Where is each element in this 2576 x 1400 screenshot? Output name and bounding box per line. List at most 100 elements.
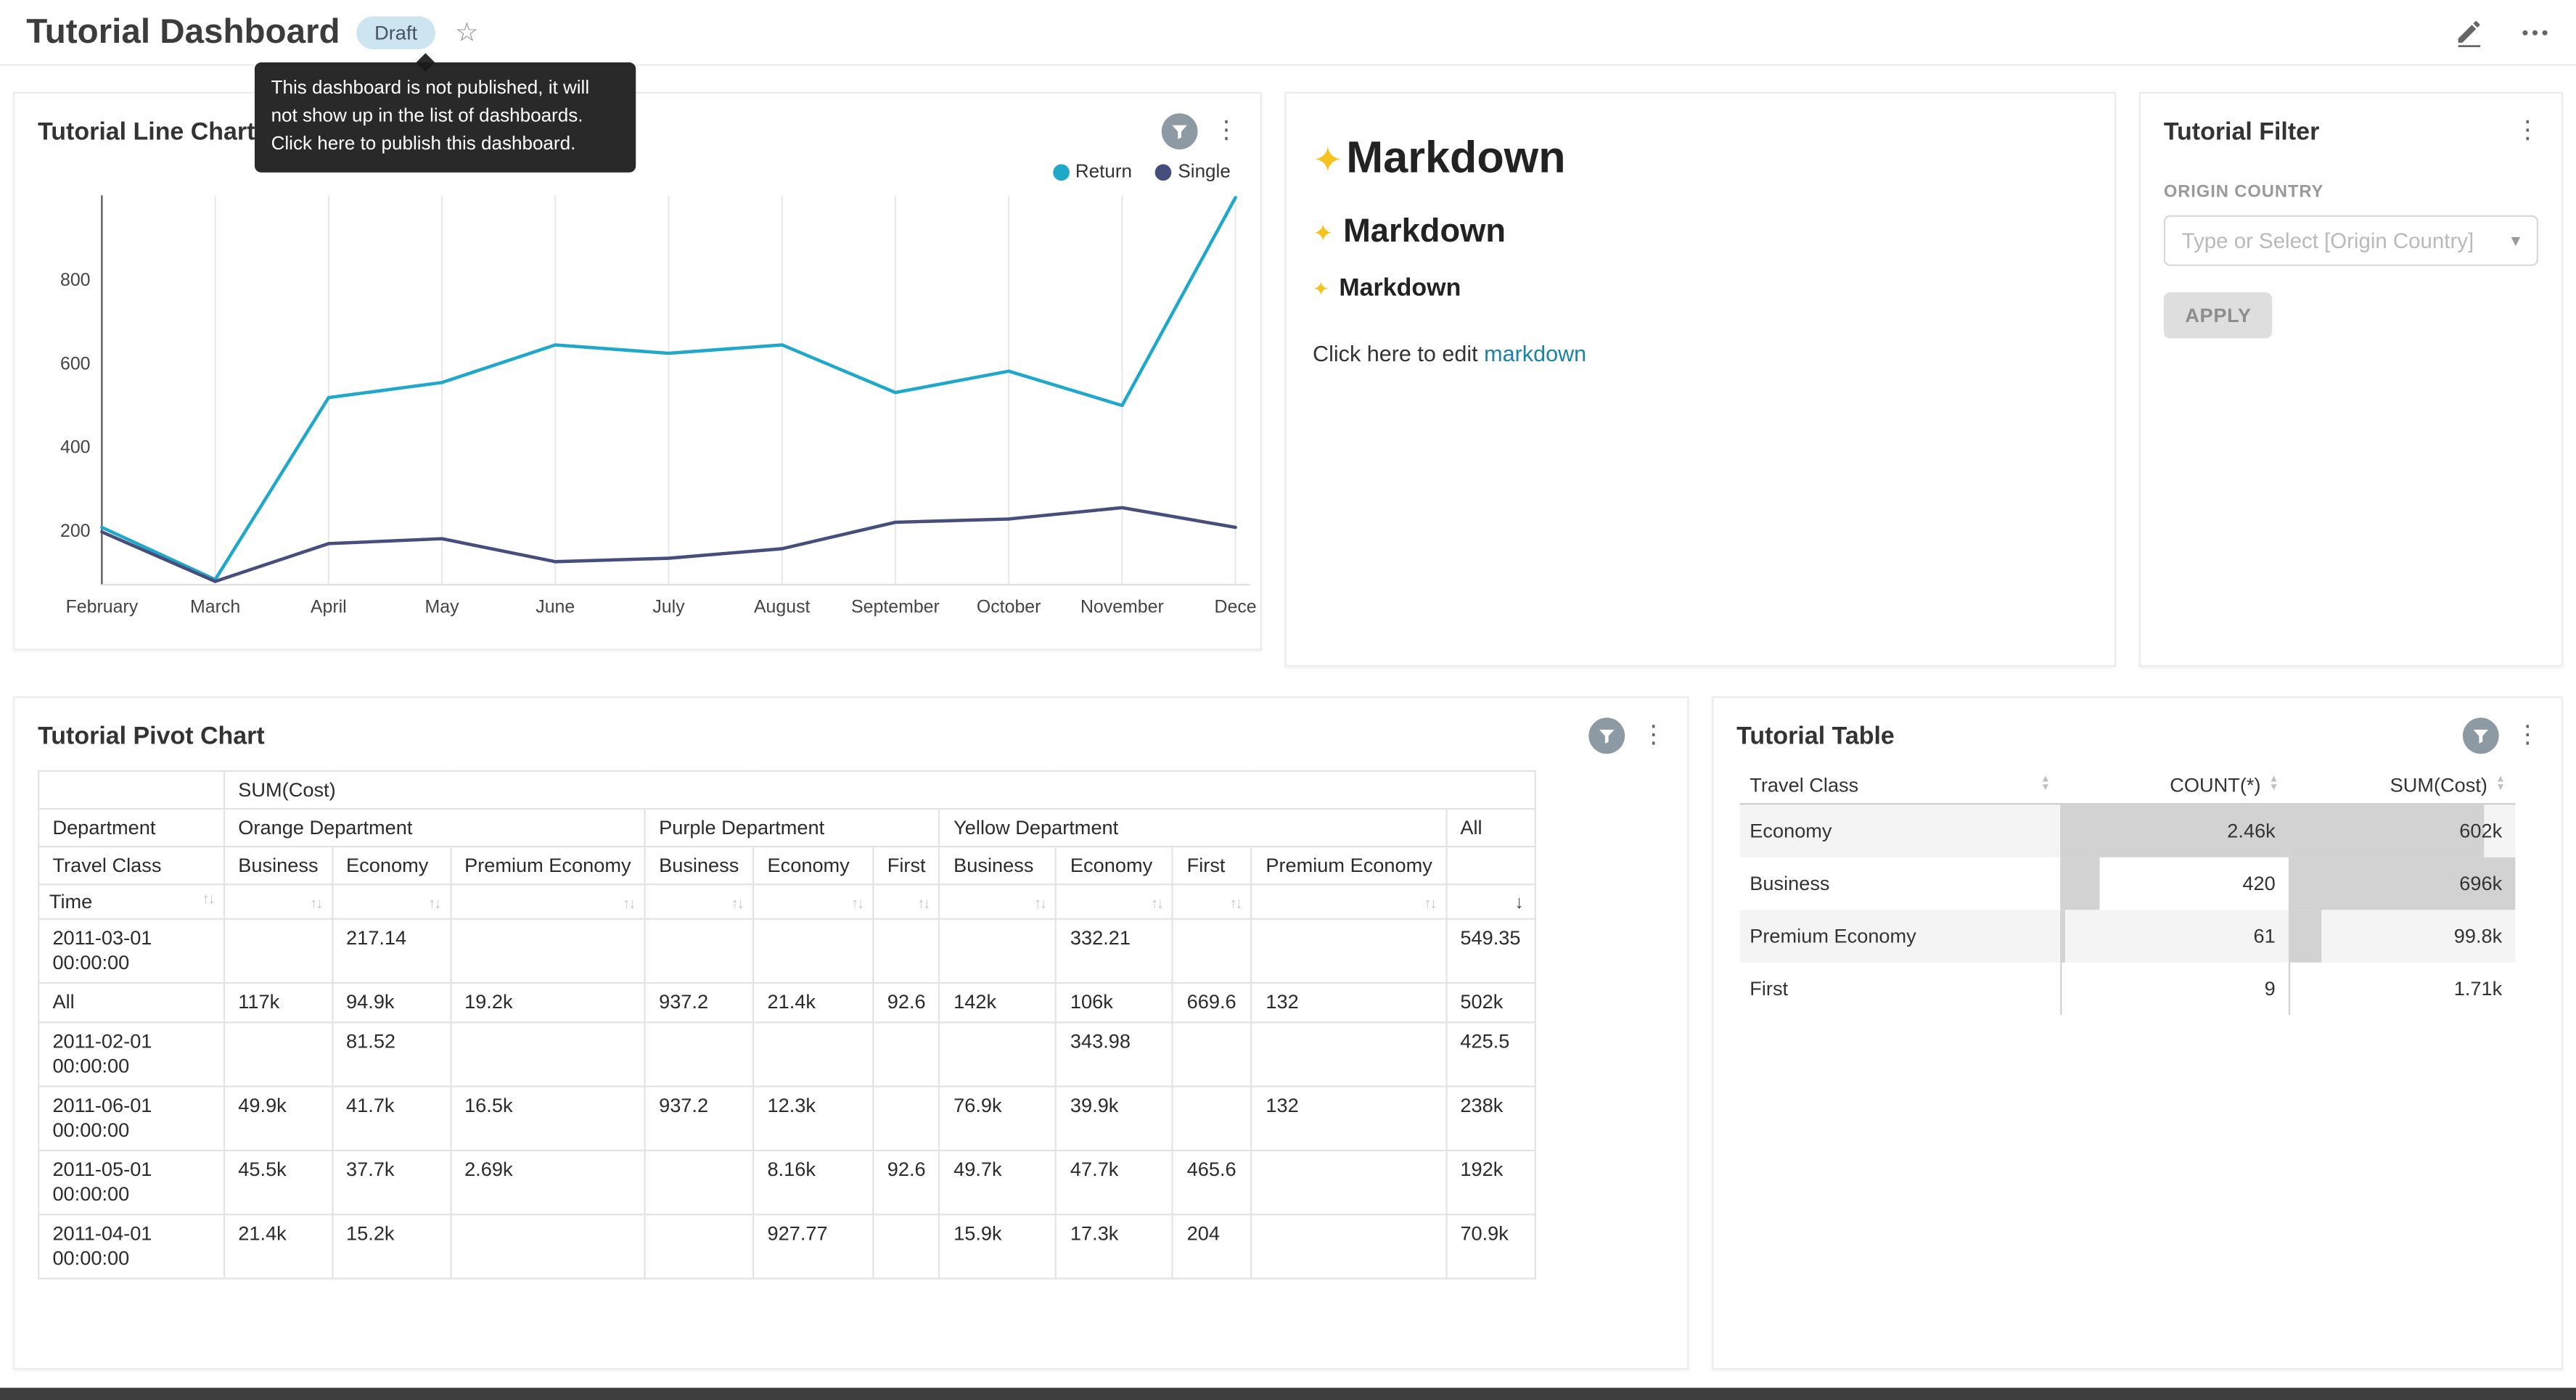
pivot-value-cell: 465.6 — [1173, 1150, 1252, 1214]
pivot-class-header: First — [874, 847, 940, 884]
pivot-value-cell: 343.98 — [1057, 1022, 1173, 1086]
table-col-header[interactable]: Travel Class▲▼ — [1740, 767, 2060, 804]
markdown-h1: ✦Markdown — [1313, 133, 2088, 184]
pivot-value-cell: 12.3k — [753, 1087, 873, 1150]
table-row: Business420696k — [1740, 857, 2516, 910]
pivot-value-cell: 70.9k — [1446, 1214, 1535, 1278]
table-cell-count: 61 — [2060, 910, 2289, 962]
pivot-value-cell: 21.4k — [224, 1214, 332, 1278]
legend-dot — [1052, 164, 1069, 181]
chevron-down-icon: ▾ — [2511, 230, 2521, 251]
pivot-row-header: 2011-05-0100:00:00 — [38, 1150, 224, 1214]
pivot-value-cell — [645, 1022, 753, 1086]
sort-icon[interactable]: ↑↓ — [623, 895, 634, 912]
pivot-sort-cell: ↑↓ — [1173, 884, 1252, 919]
legend-label: Single — [1178, 162, 1230, 182]
pivot-group-header: Orange Department — [224, 809, 645, 847]
pivot-time-label: ↑↓Time — [38, 884, 224, 919]
table-col-header[interactable]: SUM(Cost)▲▼ — [2289, 767, 2515, 804]
publish-tooltip[interactable]: This dashboard is not published, it will… — [255, 62, 636, 173]
select-placeholder: Type or Select [Origin Country] — [2182, 228, 2474, 253]
legend-item-single[interactable]: Single — [1155, 162, 1231, 182]
svg-text:May: May — [425, 597, 460, 617]
pivot-row-header: All — [38, 983, 224, 1022]
sort-icon[interactable]: ↑↓ — [1034, 895, 1046, 912]
pivot-class-label: Travel Class — [38, 847, 224, 884]
table-cell-sum: 602k — [2289, 804, 2515, 857]
dashboard-page: Tutorial Dashboard Draft ☆ This dashboar… — [0, 0, 2576, 1400]
sparkles-icon: ✦ — [1313, 278, 1329, 301]
sort-icon[interactable]: ↑↓ — [428, 895, 440, 912]
chart-kebab-icon[interactable]: ⋮ — [1641, 717, 1665, 754]
pivot-value-cell — [1173, 1022, 1252, 1086]
sort-carets-icon[interactable]: ▲▼ — [2040, 777, 2050, 794]
table-cell-count: 9 — [2060, 963, 2289, 1015]
applied-filter-icon[interactable] — [1162, 113, 1198, 149]
pivot-value-cell: 39.9k — [1057, 1087, 1173, 1150]
sort-icon[interactable]: ↑↓ — [310, 895, 321, 912]
pivot-row-header: 2011-04-0100:00:00 — [38, 1214, 224, 1278]
pivot-data-row: 2011-05-0100:00:0045.5k37.7k2.69k8.16k92… — [38, 1150, 1534, 1214]
legend-item-return[interactable]: Return — [1052, 162, 1132, 182]
bottom-bar — [0, 1388, 2576, 1400]
legend-label: Return — [1075, 162, 1132, 182]
pivot-chart-card: Tutorial Pivot Chart ⋮ SUM(Cost)Departme… — [13, 696, 1689, 1370]
svg-text:September: September — [851, 597, 940, 617]
sparkles-icon: ✦ — [1313, 220, 1333, 247]
pivot-data-row: All117k94.9k19.2k937.221.4k92.6142k106k6… — [38, 983, 1534, 1022]
pivot-value-cell — [1252, 1150, 1446, 1214]
edit-markdown-link[interactable]: markdown — [1484, 342, 1586, 366]
pivot-value-cell: 937.2 — [645, 1087, 753, 1150]
apply-button[interactable]: APPLY — [2164, 292, 2273, 338]
sort-icon[interactable]: ↑↓ — [1230, 895, 1242, 912]
sort-icon[interactable]: ↑↓ — [1151, 895, 1162, 912]
table-cell-travel-class: Business — [1740, 857, 2060, 910]
table-cell-travel-class: Premium Economy — [1740, 910, 2060, 962]
pivot-value-cell: 19.2k — [451, 983, 645, 1022]
sort-icon[interactable]: ↑↓ — [917, 895, 929, 912]
applied-filter-icon[interactable] — [1588, 717, 1625, 754]
origin-country-select[interactable]: Type or Select [Origin Country] ▾ — [2164, 215, 2538, 266]
pivot-chart-title: Tutorial Pivot Chart — [38, 722, 265, 749]
pivot-value-cell — [451, 1214, 645, 1278]
chart-kebab-icon[interactable]: ⋮ — [1214, 113, 1237, 149]
pivot-value-cell — [224, 1022, 332, 1086]
pivot-value-cell: 49.7k — [940, 1150, 1057, 1214]
favorite-star-icon[interactable]: ☆ — [455, 16, 478, 49]
pivot-value-cell — [940, 919, 1057, 983]
svg-text:March: March — [190, 597, 240, 617]
table-cell-travel-class: Economy — [1740, 804, 2060, 857]
sort-carets-icon[interactable]: ▲▼ — [2495, 777, 2505, 794]
svg-text:April: April — [311, 597, 347, 617]
line-chart-card: Tutorial Line Chart ⋮ ReturnSingle 20040… — [13, 92, 1262, 651]
pivot-class-header: Business — [645, 847, 753, 884]
sort-icon[interactable]: ↑↓ — [851, 895, 863, 912]
pivot-value-cell: 17.3k — [1057, 1214, 1173, 1278]
markdown-h3: ✦Markdown — [1313, 274, 2088, 302]
pivot-value-cell: 106k — [1057, 983, 1173, 1022]
sort-icon[interactable]: ↑↓ — [1424, 895, 1436, 912]
pivot-value-cell: 45.5k — [224, 1150, 332, 1214]
filter-kebab-icon[interactable]: ⋮ — [2515, 113, 2538, 149]
chart-kebab-icon[interactable]: ⋮ — [2515, 717, 2538, 754]
sort-icon[interactable]: ↑↓ — [731, 895, 743, 912]
pivot-class-header: Business — [224, 847, 332, 884]
pivot-value-cell: 16.5k — [451, 1087, 645, 1150]
applied-filter-icon[interactable] — [2463, 717, 2499, 754]
pivot-sort-cell: ↑↓ — [874, 884, 940, 919]
sort-carets-icon[interactable]: ▲▼ — [2269, 777, 2278, 794]
sort-icon[interactable]: ↓ — [1515, 894, 1524, 913]
more-actions-icon[interactable] — [2520, 17, 2550, 47]
table-col-header[interactable]: COUNT(*)▲▼ — [2060, 767, 2289, 804]
pivot-value-cell — [645, 1150, 753, 1214]
sort-icon[interactable]: ↑↓ — [202, 890, 213, 907]
pivot-value-cell: 332.21 — [1057, 919, 1173, 983]
draft-badge[interactable]: Draft — [356, 16, 435, 49]
edit-icon[interactable] — [2455, 17, 2485, 47]
dashboard-header: Tutorial Dashboard Draft ☆ — [0, 0, 2576, 66]
pivot-value-cell: 49.9k — [224, 1087, 332, 1150]
pivot-value-cell — [1173, 1087, 1252, 1150]
pivot-value-cell: 92.6 — [874, 1150, 940, 1214]
pivot-value-cell — [874, 1022, 940, 1086]
pivot-value-cell: 927.77 — [753, 1214, 873, 1278]
